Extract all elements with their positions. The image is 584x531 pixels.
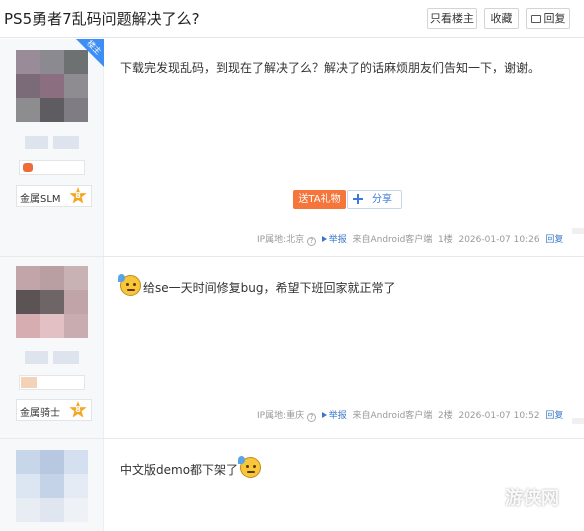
avatar[interactable] [16,450,88,522]
floor-number: 2楼 [438,411,453,421]
ip-location: IP属地:重庆 [257,411,305,421]
author-panel [0,439,104,531]
post-meta: IP属地:重庆 ? 举报 来自Android客户端 2楼 2026-01-07 … [257,408,563,422]
share-label: 分享 [372,194,392,205]
thread-title: PS5勇者7乱码问题解决了么? [4,10,200,28]
level-star-icon: 8 [69,187,87,204]
share-plus-icon [353,194,363,204]
help-icon[interactable]: ? [307,413,316,422]
scroll-indicator [572,418,584,424]
watermark-logo: 游侠网 [505,488,559,509]
author-name[interactable] [25,351,79,364]
level-badge: 金属骑士 8 [16,399,92,421]
post-time: 2026-01-07 10:52 [458,411,540,421]
help-icon[interactable]: ? [307,237,316,246]
send-gift-button[interactable]: 送TA礼物 [293,190,346,209]
post-content: 中文版demo都下架了 [120,456,263,478]
post-floor-3: 中文版demo都下架了 [0,439,584,531]
ip-location: IP属地:北京 [257,235,305,245]
author-panel: 金属骑士 8 [0,257,104,439]
share-button[interactable]: 分享 [347,190,402,209]
level-star-icon: 8 [69,401,87,418]
author-badge [19,160,85,175]
client-source: 来自Android客户端 [352,411,433,421]
scroll-indicator [572,228,584,234]
thread-header: PS5勇者7乱码问题解决了么? 只看楼主 收藏 回复 [0,0,584,38]
avatar[interactable] [16,50,88,122]
gamepad-icon [23,163,33,172]
post-time: 2026-01-07 10:26 [458,235,540,245]
author-panel: 金属SLM 8 [0,39,104,257]
emoticon-icon [118,274,141,296]
level-name: 金属骑士 [20,408,60,419]
favorite-button[interactable]: 收藏 [484,8,519,29]
post-floor-1: 金属SLM 8 楼主 下载完发现乱码，到现在了解决了么？解决了的话麻烦朋友们告知… [0,39,584,257]
reply-button-label: 回复 [543,12,566,25]
only-op-button[interactable]: 只看楼主 [427,8,477,29]
author-badge [19,375,85,390]
avatar[interactable] [16,266,88,338]
reply-link[interactable]: 回复 [545,235,563,245]
floor-number: 1楼 [438,235,453,245]
author-name[interactable] [25,136,79,149]
level-number: 8 [75,405,81,414]
post-floor-2: 金属骑士 8 给se一天时间修复bug，希望下班回家就正常了 IP属地:重庆 ?… [0,257,584,439]
emoticon-icon [238,456,262,478]
post-content: 给se一天时间修复bug，希望下班回家就正常了 [118,274,395,296]
badge-icon [21,377,37,388]
report-link[interactable]: 举报 [321,411,347,421]
report-flag-icon [321,236,327,242]
level-number: 8 [75,191,81,200]
client-source: 来自Android客户端 [352,235,433,245]
reply-icon [530,15,541,23]
reply-button[interactable]: 回复 [526,8,570,29]
level-name: 金属SLM [20,194,61,205]
reply-link[interactable]: 回复 [545,411,563,421]
post-meta: IP属地:北京 ? 举报 来自Android客户端 1楼 2026-01-07 … [257,232,563,246]
level-badge: 金属SLM 8 [16,185,92,207]
post-content: 下载完发现乱码，到现在了解决了么？解决了的话麻烦朋友们告知一下，谢谢。 [120,61,541,75]
report-flag-icon [321,412,327,418]
report-link[interactable]: 举报 [321,235,347,245]
